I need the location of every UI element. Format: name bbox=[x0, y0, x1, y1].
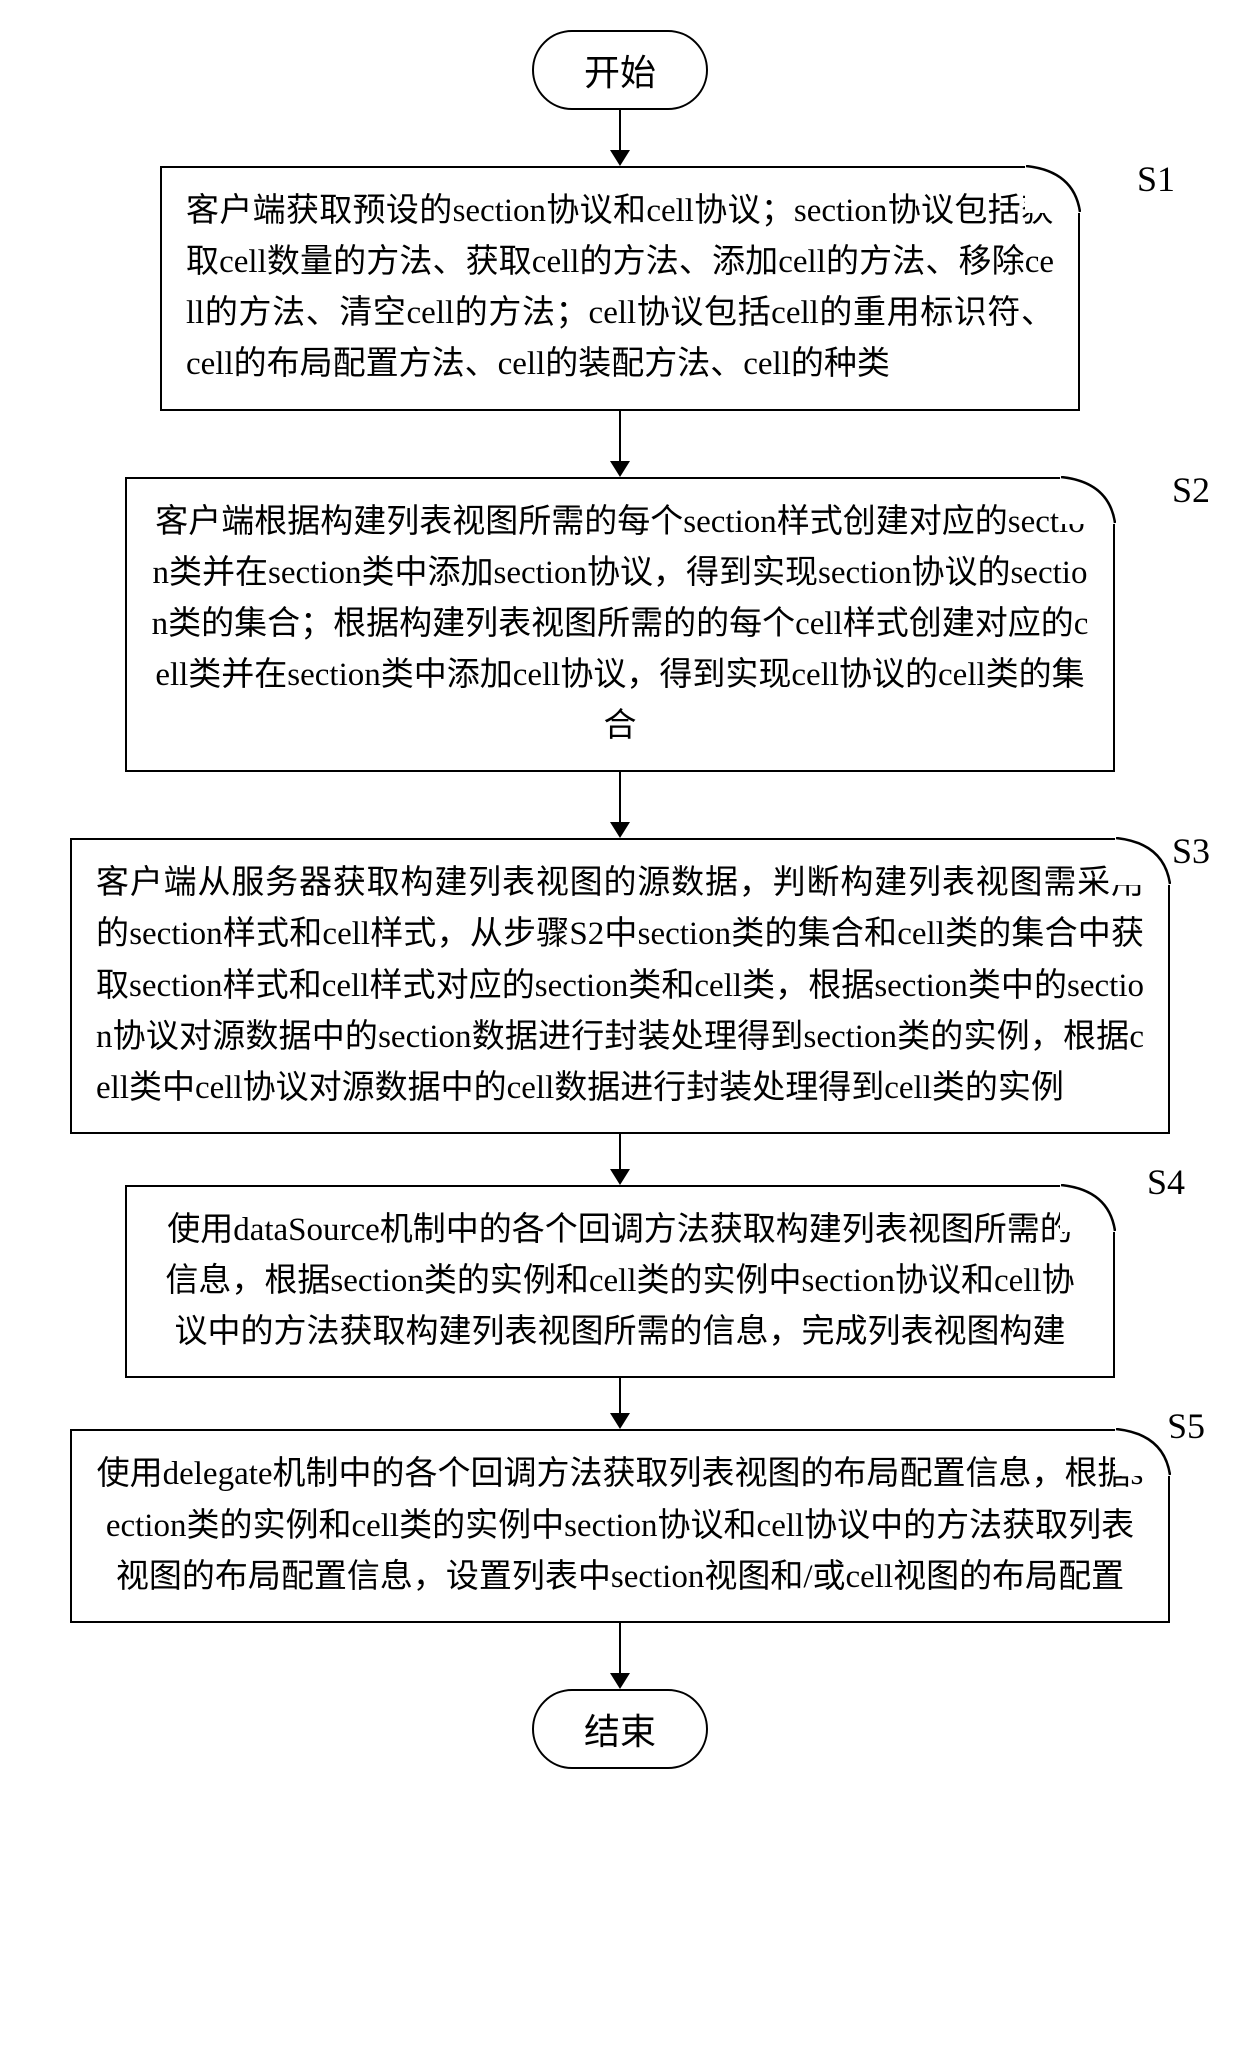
corner-curve-icon bbox=[1115, 837, 1171, 885]
corner-curve-icon bbox=[1060, 476, 1116, 524]
arrow-line bbox=[619, 1623, 622, 1673]
corner-curve-icon bbox=[1025, 165, 1081, 213]
start-terminal: 开始 bbox=[532, 30, 708, 110]
arrow bbox=[610, 1134, 630, 1185]
arrow-head-icon bbox=[610, 822, 630, 838]
step-text: 客户端根据构建列表视图所需的每个section样式创建对应的section类并在… bbox=[152, 504, 1089, 745]
step-text: 使用delegate机制中的各个回调方法获取列表视图的布局配置信息，根据sect… bbox=[97, 1456, 1144, 1594]
arrow bbox=[610, 1378, 630, 1429]
step-label-s3: S3 bbox=[1172, 830, 1210, 872]
arrow bbox=[610, 411, 630, 477]
arrow-line bbox=[619, 411, 622, 461]
step-text: 使用dataSource机制中的各个回调方法获取构建列表视图所需的信息，根据se… bbox=[165, 1212, 1074, 1350]
process-step-s2: 客户端根据构建列表视图所需的每个section样式创建对应的section类并在… bbox=[125, 477, 1115, 773]
step-text: 客户端从服务器获取构建列表视图的源数据，判断构建列表视图需采用的section样… bbox=[96, 865, 1144, 1106]
end-terminal: 结束 bbox=[532, 1689, 708, 1769]
corner-curve-icon bbox=[1115, 1428, 1171, 1476]
process-step-s1: 客户端获取预设的section协议和cell协议；section协议包括获取ce… bbox=[160, 166, 1080, 411]
arrow-line bbox=[619, 772, 622, 822]
process-step-s5: 使用delegate机制中的各个回调方法获取列表视图的布局配置信息，根据sect… bbox=[70, 1429, 1170, 1622]
arrow bbox=[610, 110, 630, 166]
process-step-s4: 使用dataSource机制中的各个回调方法获取构建列表视图所需的信息，根据se… bbox=[125, 1185, 1115, 1378]
arrow-head-icon bbox=[610, 461, 630, 477]
arrow-line bbox=[619, 1378, 622, 1413]
start-label: 开始 bbox=[584, 53, 656, 93]
step-label-s4: S4 bbox=[1147, 1161, 1185, 1203]
arrow-line bbox=[619, 1134, 622, 1169]
corner-curve-icon bbox=[1060, 1184, 1116, 1232]
flowchart-container: 开始 S1 客户端获取预设的section协议和cell协议；section协议… bbox=[60, 30, 1180, 1769]
end-label: 结束 bbox=[584, 1712, 656, 1752]
arrow bbox=[610, 772, 630, 838]
arrow-head-icon bbox=[610, 150, 630, 166]
step-label-s1: S1 bbox=[1137, 158, 1175, 200]
process-step-s3: 客户端从服务器获取构建列表视图的源数据，判断构建列表视图需采用的section样… bbox=[70, 838, 1170, 1134]
step-text: 客户端获取预设的section协议和cell协议；section协议包括获取ce… bbox=[186, 193, 1054, 382]
arrow bbox=[610, 1623, 630, 1689]
arrow-head-icon bbox=[610, 1673, 630, 1689]
step-label-s5: S5 bbox=[1167, 1405, 1205, 1447]
step-label-s2: S2 bbox=[1172, 469, 1210, 511]
arrow-head-icon bbox=[610, 1413, 630, 1429]
arrow-line bbox=[619, 110, 622, 150]
arrow-head-icon bbox=[610, 1169, 630, 1185]
